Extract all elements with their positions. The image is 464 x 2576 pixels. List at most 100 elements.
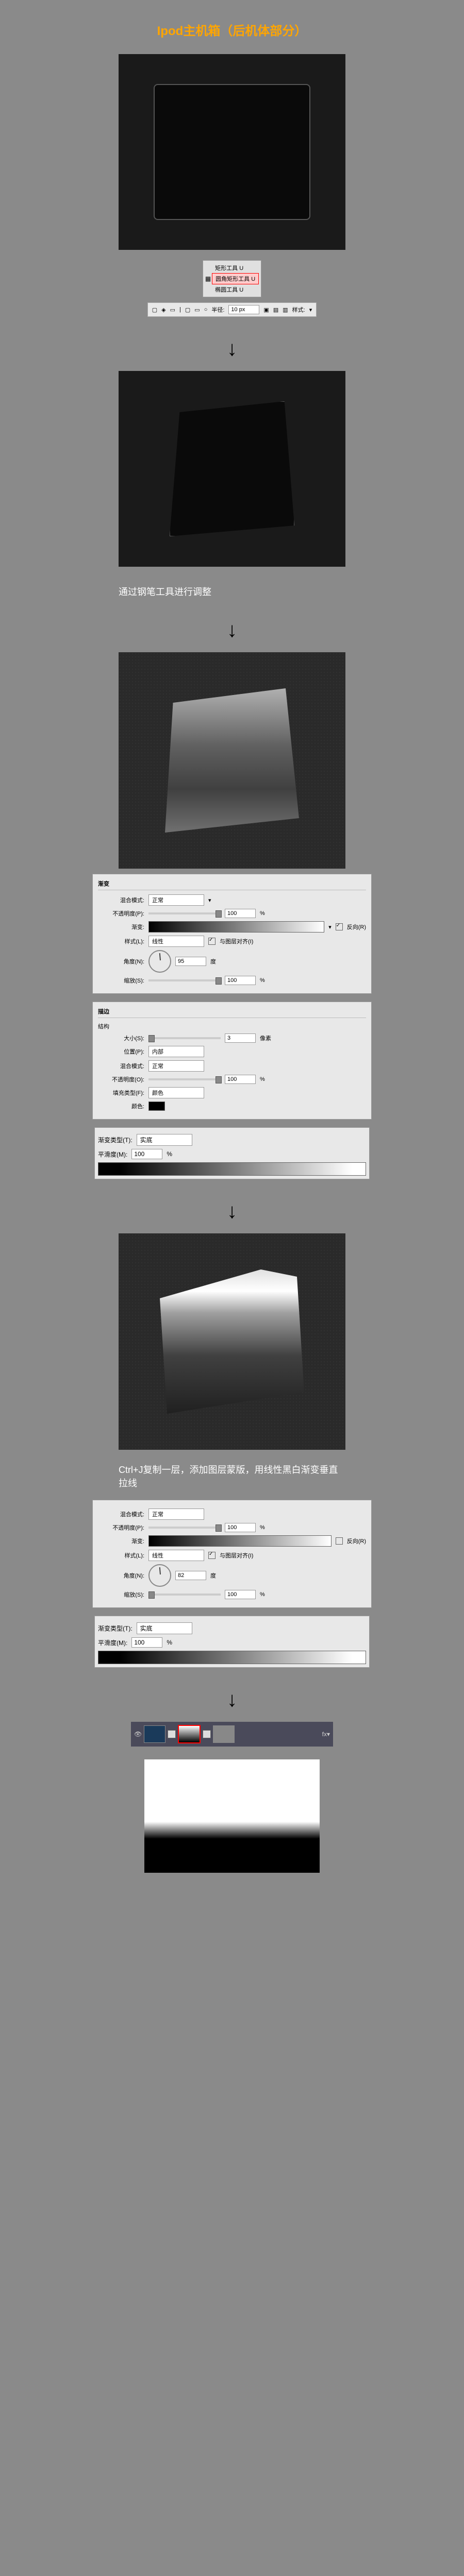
mode-icon[interactable]: ▢ (152, 307, 157, 313)
blend-select[interactable]: 正常 (148, 1060, 204, 1072)
pct-label: % (260, 1524, 265, 1531)
pct-label: % (167, 1150, 172, 1158)
radius-input[interactable]: 10 px (228, 305, 259, 314)
dropdown-icon[interactable]: ▾ (328, 924, 332, 930)
reverse-checkbox[interactable] (336, 923, 343, 930)
fill-type-select[interactable]: 颜色 (148, 1087, 204, 1098)
ellipse-tool[interactable]: 椭圆工具 U (212, 284, 259, 295)
gradient-overlay-panel-2: 混合模式: 正常 不透明度(P): 100 % 渐变: 反向(R) 样式(L):… (92, 1500, 372, 1608)
shape-tool-flyout: ▦ 矩形工具 U 圆角矩形工具 U 椭圆工具 U (203, 260, 261, 297)
opacity-slider[interactable] (148, 912, 221, 914)
arrow-down-icon: ↓ (227, 337, 237, 361)
link-icon[interactable] (168, 1730, 176, 1738)
rect-tool[interactable]: 矩形工具 U (212, 263, 259, 273)
gradient-editor: 渐变类型(T): 实底 平滑度(M): 100 % (94, 1127, 370, 1179)
smooth-input[interactable]: 100 (131, 1637, 162, 1648)
grad-type-select[interactable]: 实底 (137, 1622, 192, 1634)
scale-slider[interactable] (148, 1594, 221, 1596)
op-icon[interactable]: ▤ (273, 307, 278, 313)
shape-icon[interactable]: ▢ (185, 307, 190, 313)
style-label: 样式: (292, 306, 305, 314)
scale-input[interactable]: 100 (225, 976, 256, 985)
shape-icon[interactable]: ○ (204, 307, 208, 313)
pct-label: % (260, 1076, 265, 1082)
grad-label: 渐变: (98, 1537, 144, 1545)
radius-label: 半径: (211, 306, 224, 314)
gradient-strip[interactable] (98, 1162, 366, 1176)
rounded-rect-tool[interactable]: 圆角矩形工具 U (212, 273, 259, 284)
opacity-input[interactable]: 100 (225, 1075, 256, 1084)
reverse-label: 反向(R) (347, 1537, 366, 1545)
panel-title: 渐变 (98, 879, 366, 890)
opacity-label: 不透明度(O): (98, 1075, 144, 1083)
tool-icon: ▦ (205, 275, 211, 282)
mode-icon[interactable]: ◈ (161, 307, 165, 313)
vector-mask-thumb[interactable] (213, 1725, 235, 1743)
gradient-label: 渐变: (98, 923, 144, 931)
pct-label: % (260, 910, 265, 917)
blend-label: 混合模式: (98, 1062, 144, 1070)
opacity-slider[interactable] (148, 1078, 221, 1080)
scale-input[interactable]: 100 (225, 1590, 256, 1599)
scale-slider[interactable] (148, 979, 221, 981)
dropdown-icon[interactable]: ▾ (208, 897, 211, 904)
angle-dial[interactable] (148, 950, 171, 973)
op-icon[interactable]: ▥ (283, 307, 288, 313)
visibility-icon[interactable]: 👁 (134, 1731, 142, 1738)
pct-label: % (167, 1639, 172, 1646)
fill-type-label: 填充类型(F): (98, 1089, 144, 1097)
layer-thumb[interactable] (144, 1725, 165, 1743)
mode-icon[interactable]: ▭ (170, 307, 175, 313)
size-slider[interactable] (148, 1037, 221, 1039)
angle-input[interactable]: 82 (175, 1571, 206, 1580)
reverse-label: 反向(R) (347, 923, 366, 931)
grad-type-select[interactable]: 实底 (137, 1134, 192, 1146)
stroke-panel: 描边 结构 大小(S): 3 像素 位置(P): 内部 混合模式: 正常 不透明… (92, 1002, 372, 1120)
pct-label: % (260, 977, 265, 984)
align-checkbox[interactable] (208, 1552, 216, 1559)
opacity-input[interactable]: 100 (225, 1523, 256, 1532)
layer-mask-thumb[interactable] (178, 1725, 201, 1743)
shape-icon[interactable]: ▭ (194, 307, 200, 313)
angle-unit: 度 (210, 957, 216, 965)
opacity-input[interactable]: 100 (225, 909, 256, 918)
opacity-label: 不透明度(P): (98, 1523, 144, 1532)
smooth-input[interactable]: 100 (131, 1149, 162, 1159)
options-bar: ▢ ◈ ▭ | ▢ ▭ ○ 半径: 10 px ▣ ▤ ▥ 样式: ▾ (147, 302, 317, 317)
arrow-down-icon: ↓ (227, 1688, 237, 1711)
size-input[interactable]: 3 (225, 1033, 256, 1043)
fx-icon[interactable]: fx▾ (322, 1731, 330, 1738)
position-select[interactable]: 内部 (148, 1046, 204, 1057)
step4-canvas (119, 1233, 345, 1450)
color-label: 颜色: (98, 1102, 144, 1110)
grad-type-label: 渐变类型(T): (98, 1136, 132, 1144)
color-swatch[interactable] (148, 1101, 165, 1111)
panel-title: 描边 (98, 1007, 366, 1018)
blend-select[interactable]: 正常 (148, 1509, 204, 1520)
gradient-picker[interactable] (148, 1535, 332, 1547)
gradient-picker[interactable] (148, 921, 324, 933)
align-label: 与图层对齐(I) (220, 937, 253, 945)
style-select[interactable]: 线性 (148, 1550, 204, 1561)
reverse-checkbox[interactable] (336, 1537, 343, 1545)
position-label: 位置(P): (98, 1047, 144, 1056)
angle-label: 角度(N): (98, 957, 144, 965)
angle-dial[interactable] (148, 1564, 171, 1587)
smooth-label: 平滑度(M): (98, 1150, 127, 1159)
style-swatch[interactable]: ▾ (309, 307, 312, 313)
glass-panel-shape (165, 688, 299, 833)
op-icon[interactable]: ▣ (263, 307, 269, 313)
gradient-strip[interactable] (98, 1651, 366, 1664)
align-checkbox[interactable] (208, 938, 216, 945)
link-icon[interactable] (203, 1730, 211, 1738)
style-label: 样式(L): (98, 1551, 144, 1560)
angle-input[interactable]: 95 (175, 957, 206, 966)
blend-mode-select[interactable]: 正常 (148, 894, 204, 906)
structure-label: 结构 (98, 1022, 366, 1030)
opacity-slider[interactable] (148, 1527, 221, 1529)
step2-canvas (119, 371, 345, 567)
style-select[interactable]: 线性 (148, 936, 204, 947)
arrow-down-icon: ↓ (227, 1200, 237, 1223)
style-label: 样式(L): (98, 937, 144, 945)
gradient-editor-2: 渐变类型(T): 实底 平滑度(M): 100 % (94, 1616, 370, 1668)
